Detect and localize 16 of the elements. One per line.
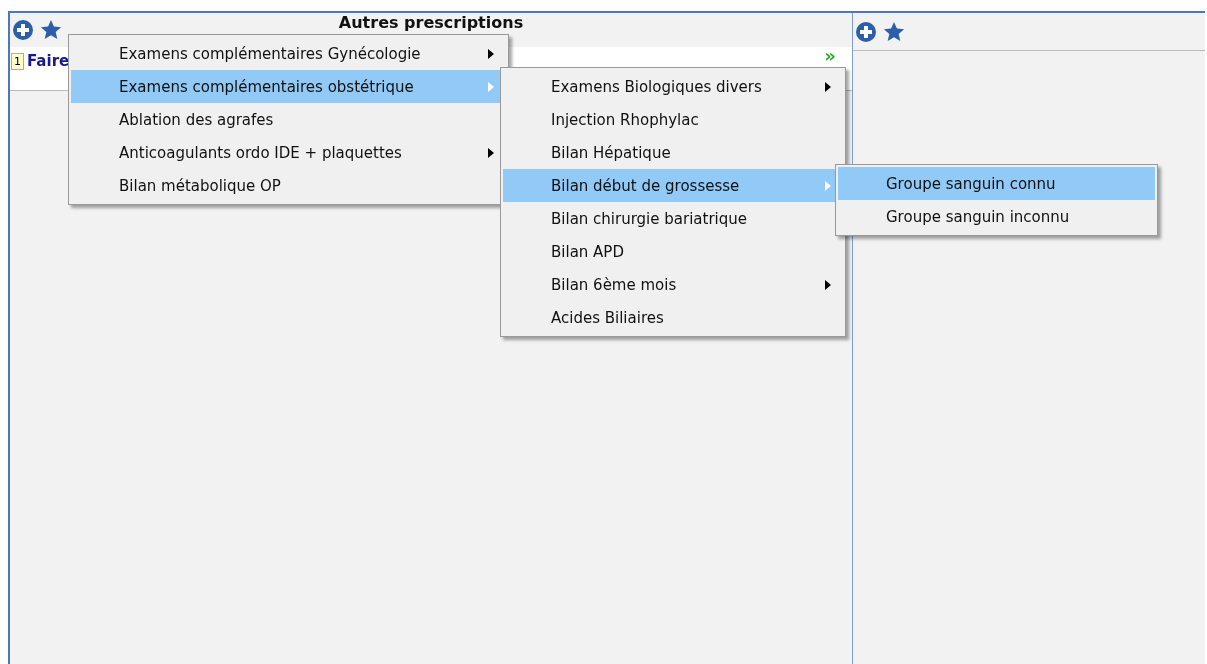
menu-item[interactable]: Groupe sanguin inconnu <box>838 200 1155 233</box>
menu-item[interactable]: Bilan APD <box>503 235 843 268</box>
row-label[interactable]: Faire <box>27 52 70 70</box>
menu-item[interactable]: Bilan Hépatique <box>503 136 843 169</box>
panel-title: Autres prescriptions <box>338 13 524 32</box>
menu-item[interactable]: Groupe sanguin connu <box>838 167 1155 200</box>
menu-item[interactable]: Examens complémentaires Gynécologie <box>71 37 506 70</box>
star-icon[interactable] <box>40 19 62 41</box>
menu-item[interactable]: Examens Biologiques divers <box>503 70 843 103</box>
menu-item[interactable]: Acides Biliaires <box>503 301 843 334</box>
star-icon[interactable] <box>883 20 905 43</box>
menu-item[interactable]: Bilan 6ème mois <box>503 268 843 301</box>
row-number: 1 <box>11 53 24 70</box>
add-icon[interactable] <box>855 20 877 43</box>
menu-item[interactable]: Injection Rhophylac <box>503 103 843 136</box>
add-icon[interactable] <box>12 19 34 41</box>
